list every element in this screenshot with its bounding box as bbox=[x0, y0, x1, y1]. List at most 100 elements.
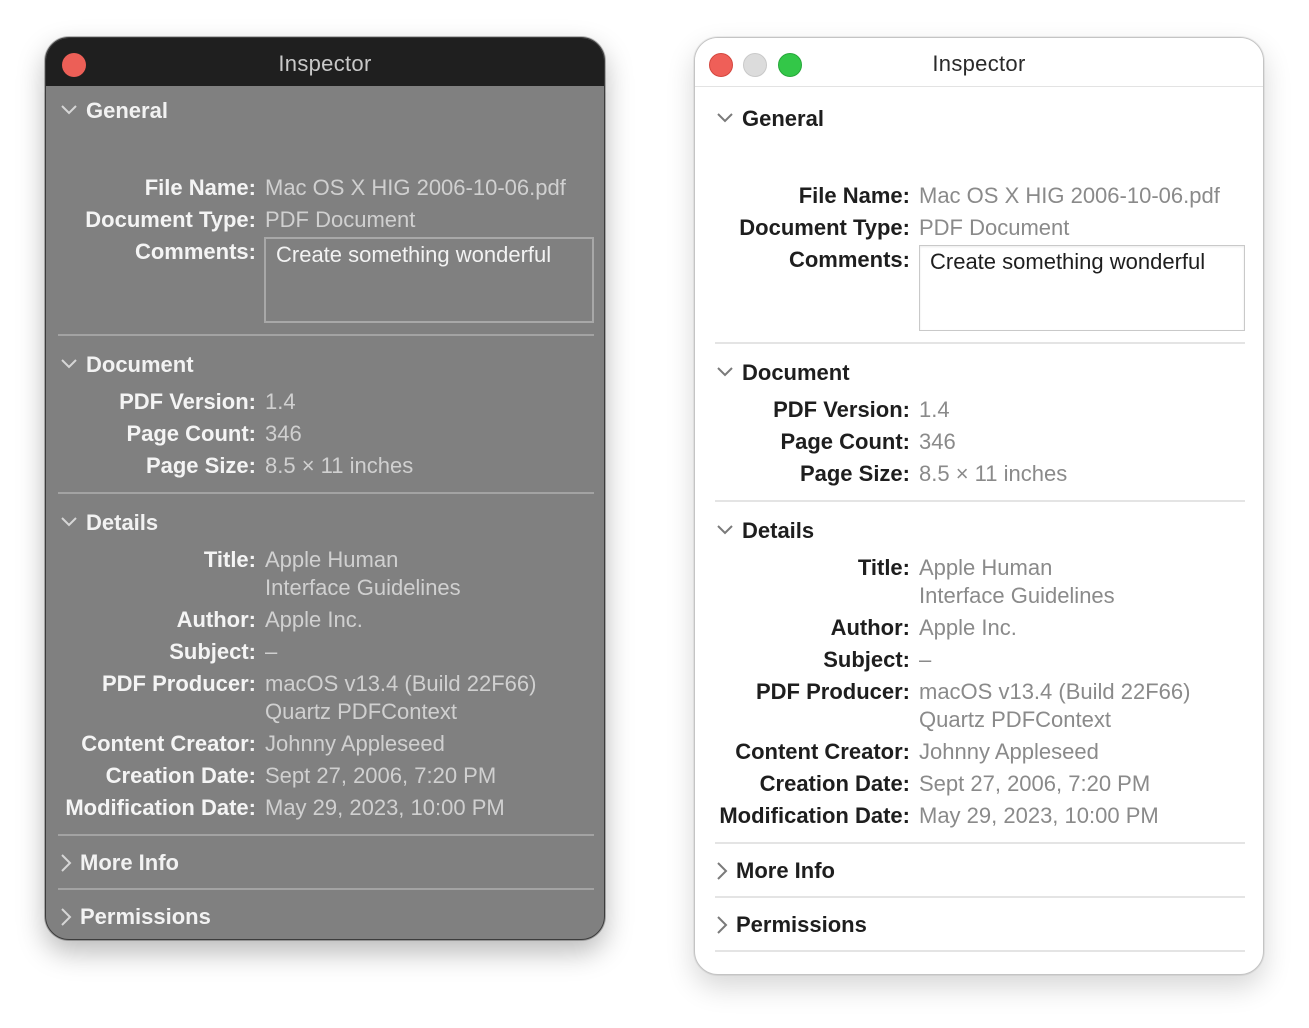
value-title-line2: Interface Guidelines bbox=[919, 583, 1115, 608]
section-general-header[interactable]: General bbox=[695, 94, 1263, 144]
chevron-down-icon bbox=[60, 516, 78, 528]
divider bbox=[58, 888, 594, 890]
value-page-count: 346 bbox=[919, 429, 956, 454]
label-content-creator: Content Creator: bbox=[81, 731, 256, 756]
label-document-type: Document Type: bbox=[85, 207, 256, 232]
divider bbox=[715, 842, 1245, 844]
value-subject: – bbox=[265, 639, 278, 664]
window-title: Inspector bbox=[278, 51, 372, 76]
value-title-line1: Apple Human bbox=[265, 547, 399, 572]
comments-field[interactable]: Create something wonderful bbox=[919, 245, 1245, 331]
section-document-header[interactable]: Document bbox=[695, 348, 1263, 398]
section-label: More Info bbox=[80, 850, 179, 875]
divider bbox=[715, 950, 1245, 952]
label-pdf-producer: PDF Producer: bbox=[755, 679, 910, 704]
inspector-window-dark: Inspector General File Name: Mac OS X HI… bbox=[45, 37, 605, 940]
label-file-name: File Name: bbox=[144, 175, 256, 200]
chevron-down-icon bbox=[716, 524, 734, 536]
section-permissions-header[interactable]: Permissions bbox=[695, 900, 1263, 950]
comments-field[interactable]: Create something wonderful bbox=[264, 237, 594, 323]
value-pdf-producer-line2: Quartz PDFContext bbox=[265, 699, 457, 724]
value-pdf-producer-line1: macOS v13.4 (Build 22F66) bbox=[265, 671, 537, 696]
value-subject: – bbox=[919, 647, 932, 672]
chevron-down-icon bbox=[716, 112, 734, 124]
value-pdf-producer-line2: Quartz PDFContext bbox=[919, 707, 1111, 732]
chevron-right-icon bbox=[716, 861, 728, 881]
label-pdf-version: PDF Version: bbox=[119, 389, 256, 414]
label-page-size: Page Size: bbox=[145, 453, 256, 478]
label-modification-date: Modification Date: bbox=[65, 795, 256, 820]
divider bbox=[715, 342, 1245, 344]
label-author: Author: bbox=[830, 615, 910, 640]
value-author: Apple Inc. bbox=[919, 615, 1017, 640]
chevron-down-icon bbox=[60, 104, 78, 116]
label-subject: Subject: bbox=[823, 647, 910, 672]
divider bbox=[715, 500, 1245, 502]
title-bar[interactable]: Inspector bbox=[46, 38, 604, 86]
label-title: Title: bbox=[203, 547, 256, 572]
value-modification-date: May 29, 2023, 10:00 PM bbox=[265, 795, 505, 820]
section-permissions-header[interactable]: Permissions bbox=[46, 892, 604, 939]
divider bbox=[715, 896, 1245, 898]
value-pdf-producer-line1: macOS v13.4 (Build 22F66) bbox=[919, 679, 1191, 704]
inspector-window-light: Inspector General File Name: Mac OS X HI… bbox=[694, 37, 1264, 975]
label-creation-date: Creation Date: bbox=[105, 763, 256, 788]
section-general-header[interactable]: General bbox=[46, 86, 604, 136]
value-creation-date: Sept 27, 2006, 7:20 PM bbox=[919, 771, 1151, 796]
section-more-info-header[interactable]: More Info bbox=[46, 838, 604, 888]
label-page-count: Page Count: bbox=[780, 429, 910, 454]
label-comments: Comments: bbox=[788, 247, 910, 272]
value-page-count: 346 bbox=[265, 421, 302, 446]
value-content-creator: Johnny Appleseed bbox=[919, 739, 1099, 764]
label-pdf-version: PDF Version: bbox=[773, 397, 910, 422]
title-bar[interactable]: Inspector bbox=[695, 38, 1263, 87]
section-document-header[interactable]: Document bbox=[46, 340, 604, 390]
value-title-line1: Apple Human bbox=[919, 555, 1053, 580]
section-label: Document bbox=[86, 352, 194, 377]
section-label: More Info bbox=[736, 858, 835, 883]
section-label: Details bbox=[742, 518, 815, 543]
window-title: Inspector bbox=[932, 51, 1026, 76]
label-file-name: File Name: bbox=[798, 183, 910, 208]
divider bbox=[58, 834, 594, 836]
value-pdf-version: 1.4 bbox=[919, 397, 950, 422]
section-label: Permissions bbox=[80, 904, 211, 929]
section-details-header[interactable]: Details bbox=[695, 506, 1263, 556]
value-document-type: PDF Document bbox=[919, 215, 1070, 240]
label-subject: Subject: bbox=[169, 639, 256, 664]
label-document-type: Document Type: bbox=[739, 215, 910, 240]
chevron-down-icon bbox=[716, 366, 734, 378]
value-pdf-version: 1.4 bbox=[265, 389, 296, 414]
value-document-type: PDF Document bbox=[265, 207, 416, 232]
section-label: General bbox=[86, 98, 168, 123]
divider bbox=[58, 334, 594, 336]
divider bbox=[58, 492, 594, 494]
label-comments: Comments: bbox=[134, 239, 256, 264]
section-label: Details bbox=[86, 510, 159, 535]
chevron-down-icon bbox=[60, 358, 78, 370]
label-page-size: Page Size: bbox=[799, 461, 910, 486]
value-page-size: 8.5 × 11 inches bbox=[265, 453, 414, 478]
label-title: Title: bbox=[857, 555, 910, 580]
label-page-count: Page Count: bbox=[126, 421, 256, 446]
value-author: Apple Inc. bbox=[265, 607, 363, 632]
value-title-line2: Interface Guidelines bbox=[265, 575, 461, 600]
label-modification-date: Modification Date: bbox=[719, 803, 910, 828]
label-content-creator: Content Creator: bbox=[735, 739, 910, 764]
label-author: Author: bbox=[176, 607, 256, 632]
label-creation-date: Creation Date: bbox=[759, 771, 910, 796]
section-details-header[interactable]: Details bbox=[46, 498, 604, 548]
chevron-right-icon bbox=[60, 853, 72, 873]
label-pdf-producer: PDF Producer: bbox=[101, 671, 256, 696]
chevron-right-icon bbox=[716, 915, 728, 935]
section-label: Document bbox=[742, 360, 850, 385]
value-file-name: Mac OS X HIG 2006-10-06.pdf bbox=[265, 175, 566, 200]
section-label: General bbox=[742, 106, 824, 131]
section-more-info-header[interactable]: More Info bbox=[695, 846, 1263, 896]
value-content-creator: Johnny Appleseed bbox=[265, 731, 445, 756]
value-page-size: 8.5 × 11 inches bbox=[919, 461, 1068, 486]
chevron-right-icon bbox=[60, 907, 72, 927]
value-creation-date: Sept 27, 2006, 7:20 PM bbox=[265, 763, 497, 788]
value-file-name: Mac OS X HIG 2006-10-06.pdf bbox=[919, 183, 1220, 208]
value-modification-date: May 29, 2023, 10:00 PM bbox=[919, 803, 1159, 828]
